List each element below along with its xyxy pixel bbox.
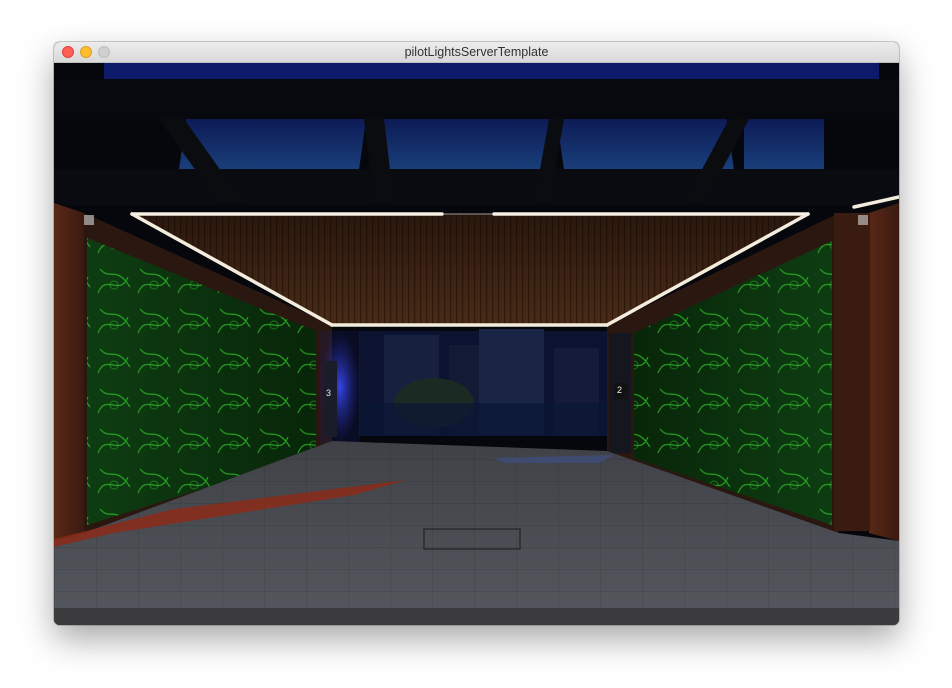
app-window: pilotLightsServerTemplate 3 2 — [54, 42, 899, 625]
light-fixture-icon — [84, 215, 94, 225]
light-fixture-icon — [858, 215, 868, 225]
door-number-3: 3 — [326, 388, 331, 398]
title-bar[interactable]: pilotLightsServerTemplate — [54, 42, 899, 63]
door-number-2: 2 — [617, 385, 622, 395]
render-viewport[interactable]: 3 2 — [54, 63, 899, 625]
scene-canvas: 3 2 — [54, 63, 899, 625]
window-title: pilotLightsServerTemplate — [404, 45, 549, 59]
